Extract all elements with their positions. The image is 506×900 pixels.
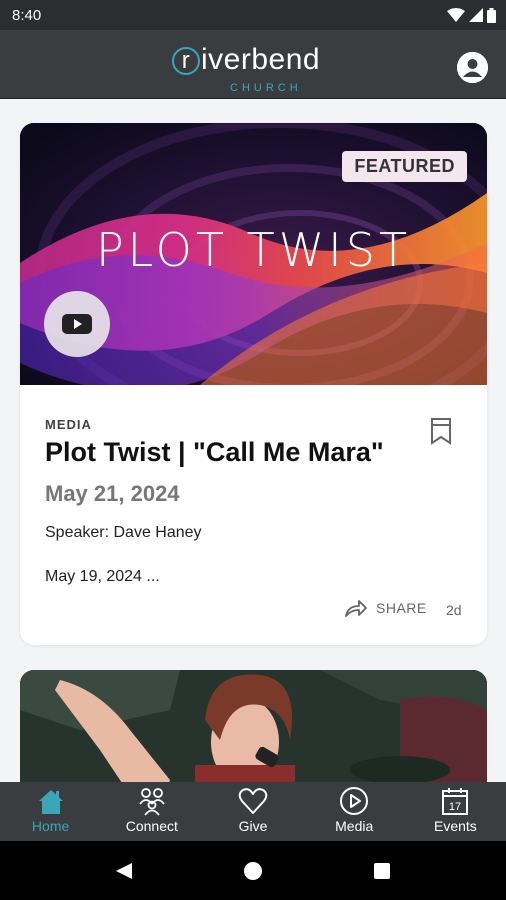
home-icon: [38, 790, 63, 814]
feed[interactable]: PLOT TWIST FEATURED MEDIA Plot Twist | "…: [0, 99, 506, 782]
play-button[interactable]: [44, 291, 110, 357]
logo-subtitle: CHURCH: [230, 82, 302, 94]
android-nav-bar: [0, 841, 506, 900]
tab-connect-label: Connect: [125, 818, 178, 834]
card-date: May 21, 2024: [45, 481, 180, 506]
youtube-icon: [62, 314, 92, 334]
hero-image[interactable]: PLOT TWIST FEATURED: [20, 123, 487, 385]
status-icons: [447, 7, 496, 23]
post-age: 2d: [446, 602, 462, 618]
card-body: MEDIA Plot Twist | "Call Me Mara" May 21…: [20, 385, 487, 645]
featured-badge: FEATURED: [342, 151, 467, 182]
logo-r-mark: r: [172, 47, 200, 75]
church-logo[interactable]: r iverbend CHURCH: [172, 42, 342, 94]
tab-give[interactable]: Give: [202, 782, 303, 841]
back-icon[interactable]: [114, 861, 134, 881]
card-category: MEDIA: [45, 417, 92, 432]
battery-icon: [487, 7, 496, 23]
card-speaker: Speaker: Dave Haney: [45, 524, 202, 541]
logo-word: iverbend: [201, 43, 321, 76]
share-button[interactable]: SHARE: [344, 599, 427, 617]
status-time: 8:40: [12, 6, 42, 24]
card-excerpt: May 19, 2024 ...: [45, 568, 160, 585]
bookmark-icon: [431, 418, 451, 445]
card-title[interactable]: Plot Twist | "Call Me Mara": [45, 437, 384, 468]
app-bar: r iverbend CHURCH: [0, 30, 506, 99]
bottom-tab-bar: Home Connect Give Media 17 Events: [0, 782, 506, 841]
tab-events-label: Events: [434, 818, 477, 834]
user-icon: [457, 52, 488, 83]
media-card-preview[interactable]: [20, 670, 487, 782]
featured-card[interactable]: PLOT TWIST FEATURED MEDIA Plot Twist | "…: [20, 123, 487, 645]
profile-button[interactable]: [457, 52, 488, 83]
status-bar: 8:40: [0, 0, 506, 30]
tab-home-label: Home: [31, 818, 70, 834]
signal-icon: [469, 8, 483, 22]
logo-wordmark: r iverbend: [172, 42, 320, 78]
people-icon: [139, 788, 165, 816]
tab-media-label: Media: [335, 818, 374, 834]
calendar-icon: 17: [442, 788, 469, 815]
hero-title: PLOT TWIST: [95, 223, 412, 277]
tab-give-label: Give: [238, 818, 268, 834]
tab-events[interactable]: 17 Events: [405, 782, 506, 841]
calendar-day: 17: [449, 801, 461, 813]
tab-home[interactable]: Home: [0, 782, 101, 841]
share-label: SHARE: [376, 600, 427, 616]
tab-connect[interactable]: Connect: [101, 782, 202, 841]
share-icon: [345, 600, 367, 617]
heart-icon: [238, 788, 268, 814]
wifi-icon: [447, 8, 465, 22]
bookmark-button[interactable]: [430, 417, 452, 450]
home-circle-icon[interactable]: [243, 861, 263, 881]
tab-media[interactable]: Media: [304, 782, 405, 841]
singer-photo: [20, 670, 487, 782]
recents-icon[interactable]: [372, 861, 392, 881]
play-circle-icon: [340, 787, 369, 815]
